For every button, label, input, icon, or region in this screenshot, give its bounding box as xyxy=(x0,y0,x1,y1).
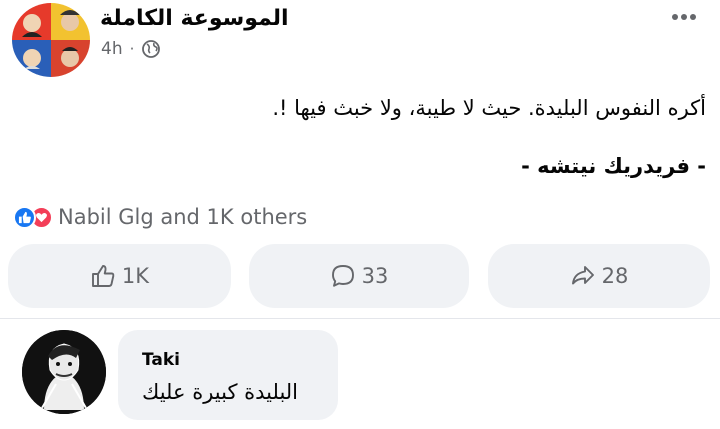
share-count: 28 xyxy=(601,264,629,288)
post-actions: 1K 33 28 xyxy=(0,244,720,308)
reactions-text: Nabil Glg and 1K others xyxy=(58,205,308,229)
comment-author[interactable]: Taki xyxy=(142,350,180,370)
meta-separator: · xyxy=(129,40,135,58)
post-header: الموسوعة الكاملة 4h · xyxy=(0,0,720,80)
thumbs-up-icon xyxy=(91,265,115,287)
comment-button[interactable]: 33 xyxy=(249,244,469,308)
like-count: 1K xyxy=(121,264,150,288)
reactions-summary[interactable]: Nabil Glg and 1K others xyxy=(13,204,307,230)
comment-bubble: Taki البليدة كبيرة عليك xyxy=(118,330,338,420)
more-dots-icon[interactable] xyxy=(672,14,696,20)
like-icon xyxy=(13,205,36,229)
post-meta: 4h · xyxy=(101,38,161,60)
post-time[interactable]: 4h xyxy=(101,39,123,59)
globe-icon[interactable] xyxy=(141,39,161,59)
share-button[interactable]: 28 xyxy=(488,244,710,308)
share-arrow-icon xyxy=(571,266,594,285)
divider xyxy=(0,318,720,319)
commenter-avatar[interactable] xyxy=(22,330,106,414)
post-text-line2: - فريدريك نيتشه - xyxy=(521,154,706,178)
post-text-line1: أكره النفوس البليدة. حيث لا طيبة، ولا خب… xyxy=(272,96,706,120)
comment-bubble-icon xyxy=(331,265,354,287)
like-button[interactable]: 1K xyxy=(8,244,231,308)
page-name[interactable]: الموسوعة الكاملة xyxy=(100,6,289,31)
comment-text: البليدة كبيرة عليك xyxy=(142,380,299,404)
page-avatar[interactable] xyxy=(12,3,90,77)
comment-count: 33 xyxy=(361,264,389,288)
